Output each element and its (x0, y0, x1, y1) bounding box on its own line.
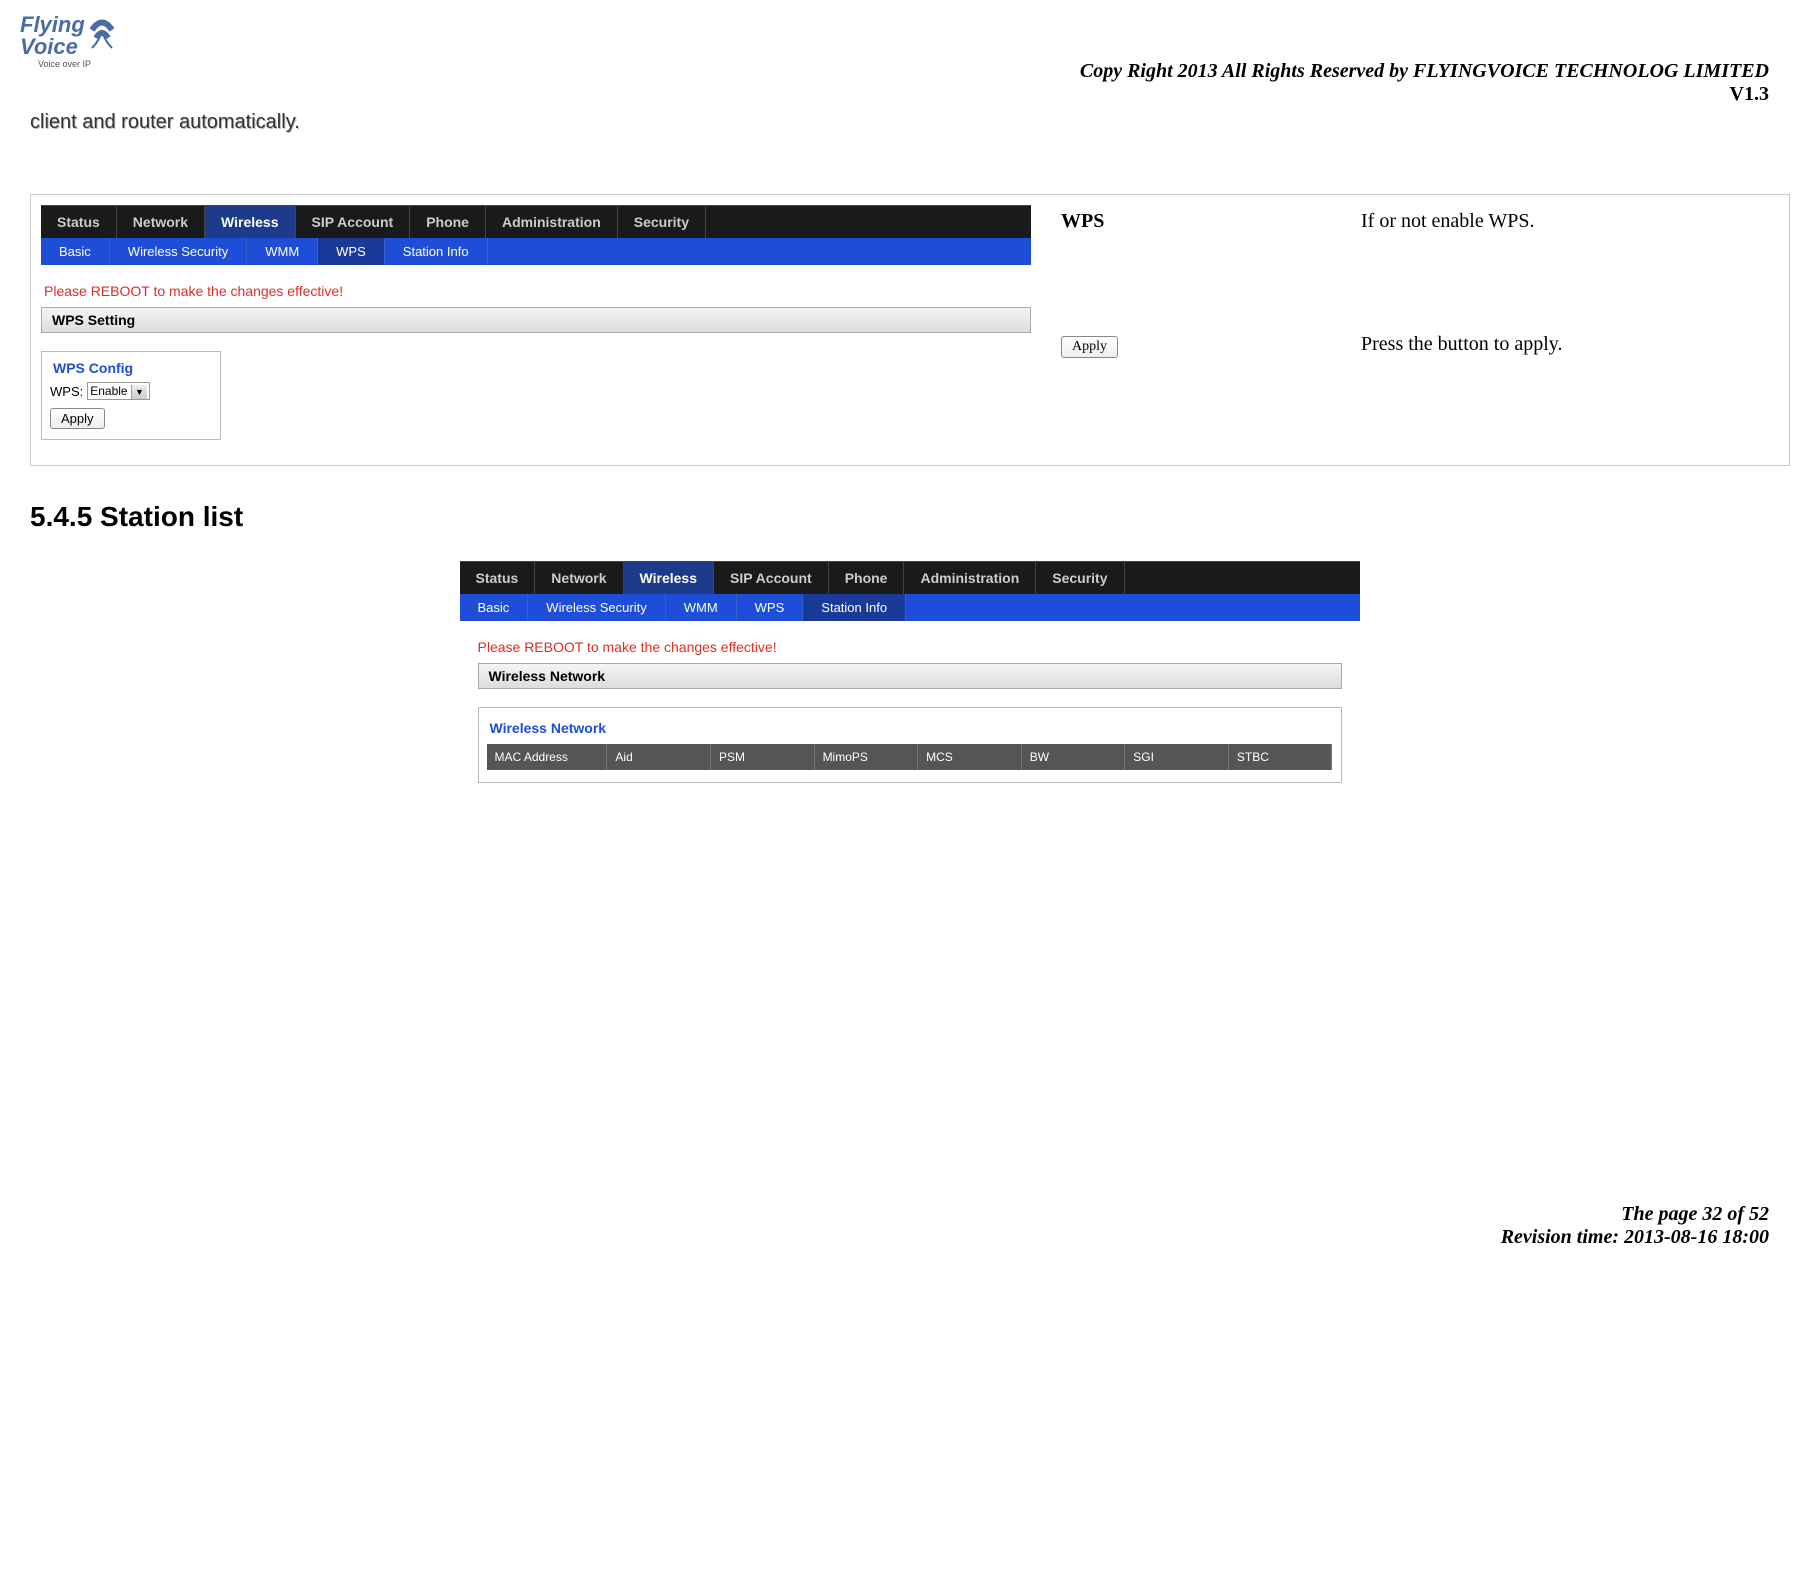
copyright-header: Copy Right 2013 All Rights Reserved by F… (30, 60, 1789, 83)
main-nav-2: Status Network Wireless SIP Account Phon… (460, 561, 1360, 594)
dropdown-icon: ▼ (131, 385, 147, 399)
subtab-station-info[interactable]: Station Info (385, 238, 488, 265)
apply-button-demo: Apply (1061, 336, 1118, 358)
tab-phone[interactable]: Phone (410, 206, 486, 238)
tab2-wireless[interactable]: Wireless (624, 562, 714, 594)
desc-apply-label: Apply (1061, 333, 1361, 358)
wps-config-fieldset: WPS Config WPS: Enable ▼ Apply (41, 351, 221, 440)
logo: Flying Voice Voice over IP (20, 10, 130, 75)
sub-nav-1: Basic Wireless Security WMM WPS Station … (41, 238, 1031, 265)
wireless-network-fieldset: Wireless Network MAC Address Aid PSM Mim… (478, 707, 1342, 783)
wps-label: WPS: (50, 384, 83, 399)
tab2-security[interactable]: Security (1036, 562, 1124, 594)
page-number: The page 32 of 52 (30, 1203, 1769, 1226)
tab2-status[interactable]: Status (460, 562, 536, 594)
subtab-wps[interactable]: WPS (318, 238, 385, 265)
version-label: V1.3 (30, 83, 1789, 106)
sub-nav-2: Basic Wireless Security WMM WPS Station … (460, 594, 1360, 621)
tab-network[interactable]: Network (117, 206, 205, 238)
wps-config-legend: WPS Config (50, 360, 136, 376)
wps-description-block: Status Network Wireless SIP Account Phon… (30, 194, 1790, 466)
desc-wps-label: WPS (1061, 210, 1361, 233)
subtab-wireless-security[interactable]: Wireless Security (110, 238, 247, 265)
wps-description-table: WPS If or not enable WPS. Apply Press th… (1041, 195, 1789, 465)
logo-text-2: Voice (20, 34, 78, 59)
desc-wps-text: If or not enable WPS. (1361, 210, 1769, 233)
tab2-admin[interactable]: Administration (904, 562, 1036, 594)
tab-sip[interactable]: SIP Account (296, 206, 411, 238)
desc-apply-text: Press the button to apply. (1361, 333, 1769, 358)
wps-setting-header: WPS Setting (41, 307, 1031, 333)
subtab2-station-info[interactable]: Station Info (803, 594, 906, 621)
tab-wireless[interactable]: Wireless (205, 206, 295, 238)
subtab-basic[interactable]: Basic (41, 238, 110, 265)
wps-screenshot: Status Network Wireless SIP Account Phon… (31, 195, 1041, 465)
subtab2-basic[interactable]: Basic (460, 594, 529, 621)
main-nav-1: Status Network Wireless SIP Account Phon… (41, 205, 1031, 238)
tab-security[interactable]: Security (618, 206, 706, 238)
page-footer: The page 32 of 52 Revision time: 2013-08… (30, 1203, 1789, 1249)
tab-status[interactable]: Status (41, 206, 117, 238)
logo-tagline: Voice over IP (38, 59, 91, 69)
tab2-sip[interactable]: SIP Account (714, 562, 829, 594)
revision-time: Revision time: 2013-08-16 18:00 (30, 1226, 1769, 1249)
col-psm: PSM (711, 744, 815, 770)
subtab-wmm[interactable]: WMM (247, 238, 318, 265)
wireless-network-legend: Wireless Network (487, 720, 610, 736)
wireless-network-header: Wireless Network (478, 663, 1342, 689)
tab2-phone[interactable]: Phone (829, 562, 905, 594)
col-stbc: STBC (1229, 744, 1333, 770)
tab2-network[interactable]: Network (535, 562, 623, 594)
col-mcs: MCS (918, 744, 1022, 770)
intro-text: client and router automatically. (30, 111, 1789, 134)
subtab2-wps[interactable]: WPS (737, 594, 804, 621)
subtab2-wmm[interactable]: WMM (666, 594, 737, 621)
subtab2-wireless-security[interactable]: Wireless Security (528, 594, 665, 621)
section-heading-station-list: 5.4.5 Station list (30, 501, 1789, 533)
apply-button-1[interactable]: Apply (50, 408, 105, 429)
tab-admin[interactable]: Administration (486, 206, 618, 238)
col-mac: MAC Address (487, 744, 608, 770)
station-list-screenshot: Status Network Wireless SIP Account Phon… (460, 561, 1360, 783)
col-bw: BW (1022, 744, 1126, 770)
col-sgi: SGI (1125, 744, 1229, 770)
col-aid: Aid (607, 744, 711, 770)
wps-select[interactable]: Enable ▼ (87, 382, 150, 400)
col-mimops: MimoPS (815, 744, 919, 770)
reboot-notice-1: Please REBOOT to make the changes effect… (41, 265, 1031, 307)
station-table: MAC Address Aid PSM MimoPS MCS BW SGI ST… (487, 744, 1333, 770)
reboot-notice-2: Please REBOOT to make the changes effect… (460, 621, 1360, 663)
